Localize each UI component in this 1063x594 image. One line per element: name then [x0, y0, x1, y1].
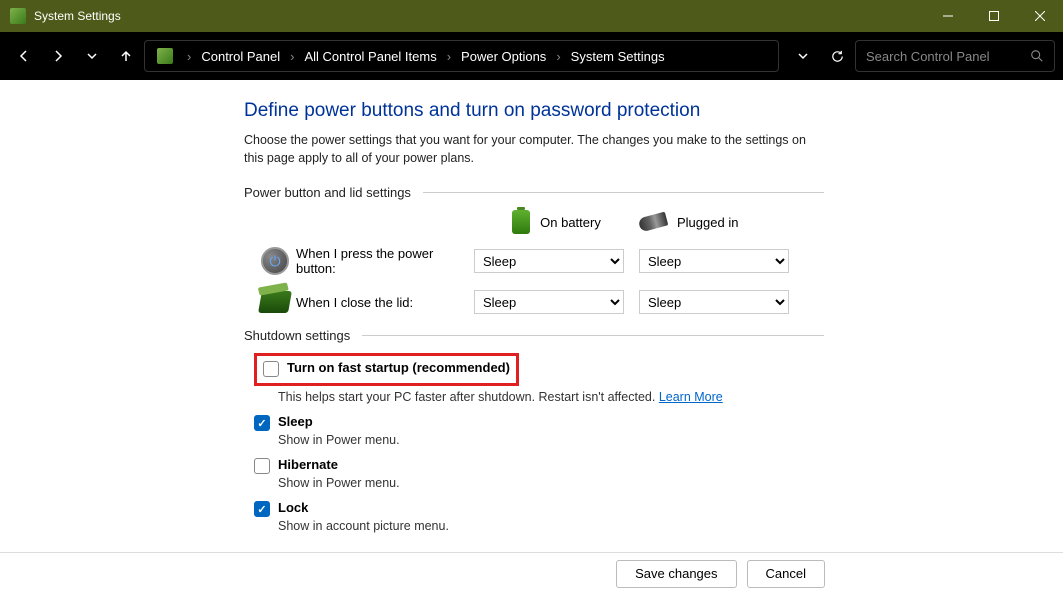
close-lid-battery-select[interactable]: Sleep — [474, 290, 624, 314]
address-dropdown-button[interactable] — [787, 40, 819, 72]
recent-dropdown-button[interactable] — [76, 40, 108, 72]
breadcrumb-item[interactable]: Control Panel — [197, 45, 284, 68]
checkbox-description: This helps start your PC faster after sh… — [278, 390, 824, 404]
chevron-right-icon[interactable]: › — [183, 49, 195, 64]
fast-startup-checkbox[interactable] — [263, 361, 279, 377]
chevron-right-icon[interactable]: › — [286, 49, 298, 64]
checkbox-label: Lock — [278, 500, 308, 515]
power-button-battery-select[interactable]: Sleep — [474, 249, 624, 273]
navbar: › Control Panel › All Control Panel Item… — [0, 32, 1063, 80]
page-heading: Define power buttons and turn on passwor… — [244, 100, 824, 122]
search-icon — [1030, 49, 1044, 63]
checkbox-description: Show in Power menu. — [278, 476, 824, 490]
divider — [423, 192, 824, 193]
row-label: When I close the lid: — [296, 295, 474, 310]
chevron-right-icon[interactable]: › — [552, 49, 564, 64]
footer: Save changes Cancel — [0, 552, 1063, 594]
section-title: Shutdown settings — [244, 328, 350, 343]
refresh-button[interactable] — [821, 40, 853, 72]
save-changes-button[interactable]: Save changes — [616, 560, 736, 588]
titlebar: System Settings — [0, 0, 1063, 32]
power-button-plugged-select[interactable]: Sleep — [639, 249, 789, 273]
page-subtext: Choose the power settings that you want … — [244, 132, 824, 167]
checkbox-description: Show in account picture menu. — [278, 519, 824, 533]
learn-more-link[interactable]: Learn More — [659, 390, 723, 404]
checkbox-label: Hibernate — [278, 457, 338, 472]
checkbox-label: Turn on fast startup (recommended) — [287, 360, 510, 375]
hibernate-checkbox[interactable] — [254, 458, 270, 474]
search-input[interactable]: Search Control Panel — [855, 40, 1055, 72]
minimize-button[interactable] — [925, 0, 971, 32]
breadcrumb-item[interactable]: System Settings — [567, 45, 669, 68]
section-header-shutdown: Shutdown settings — [244, 328, 824, 343]
divider — [362, 335, 824, 336]
lid-icon — [258, 291, 292, 313]
close-lid-plugged-select[interactable]: Sleep — [639, 290, 789, 314]
section-header-power-lid: Power button and lid settings — [244, 185, 824, 200]
maximize-button[interactable] — [971, 0, 1017, 32]
column-label: On battery — [540, 215, 601, 230]
search-placeholder: Search Control Panel — [866, 49, 1030, 64]
app-icon — [10, 8, 26, 24]
power-button-icon — [261, 247, 289, 275]
checkbox-label: Sleep — [278, 414, 313, 429]
back-button[interactable] — [8, 40, 40, 72]
close-button[interactable] — [1017, 0, 1063, 32]
column-label: Plugged in — [677, 215, 738, 230]
close-lid-row: When I close the lid: Sleep Sleep — [254, 290, 824, 314]
row-label: When I press the power button: — [296, 246, 474, 276]
up-button[interactable] — [110, 40, 142, 72]
highlight-annotation: Turn on fast startup (recommended) — [254, 353, 519, 386]
battery-icon — [512, 210, 530, 234]
breadcrumb-item[interactable]: Power Options — [457, 45, 550, 68]
chevron-right-icon[interactable]: › — [443, 49, 455, 64]
breadcrumb[interactable]: › Control Panel › All Control Panel Item… — [144, 40, 779, 72]
power-button-row: When I press the power button: Sleep Sle… — [254, 246, 824, 276]
plug-icon — [638, 212, 669, 233]
breadcrumb-item[interactable]: All Control Panel Items — [300, 45, 440, 68]
address-icon — [157, 48, 173, 64]
sleep-checkbox[interactable] — [254, 415, 270, 431]
content-area: Define power buttons and turn on passwor… — [0, 80, 1063, 552]
column-plugged-in: Plugged in — [639, 210, 804, 234]
column-on-battery: On battery — [474, 210, 639, 234]
cancel-button[interactable]: Cancel — [747, 560, 825, 588]
checkbox-description: Show in Power menu. — [278, 433, 824, 447]
window-title: System Settings — [34, 9, 925, 23]
lock-checkbox[interactable] — [254, 501, 270, 517]
section-title: Power button and lid settings — [244, 185, 411, 200]
forward-button[interactable] — [42, 40, 74, 72]
